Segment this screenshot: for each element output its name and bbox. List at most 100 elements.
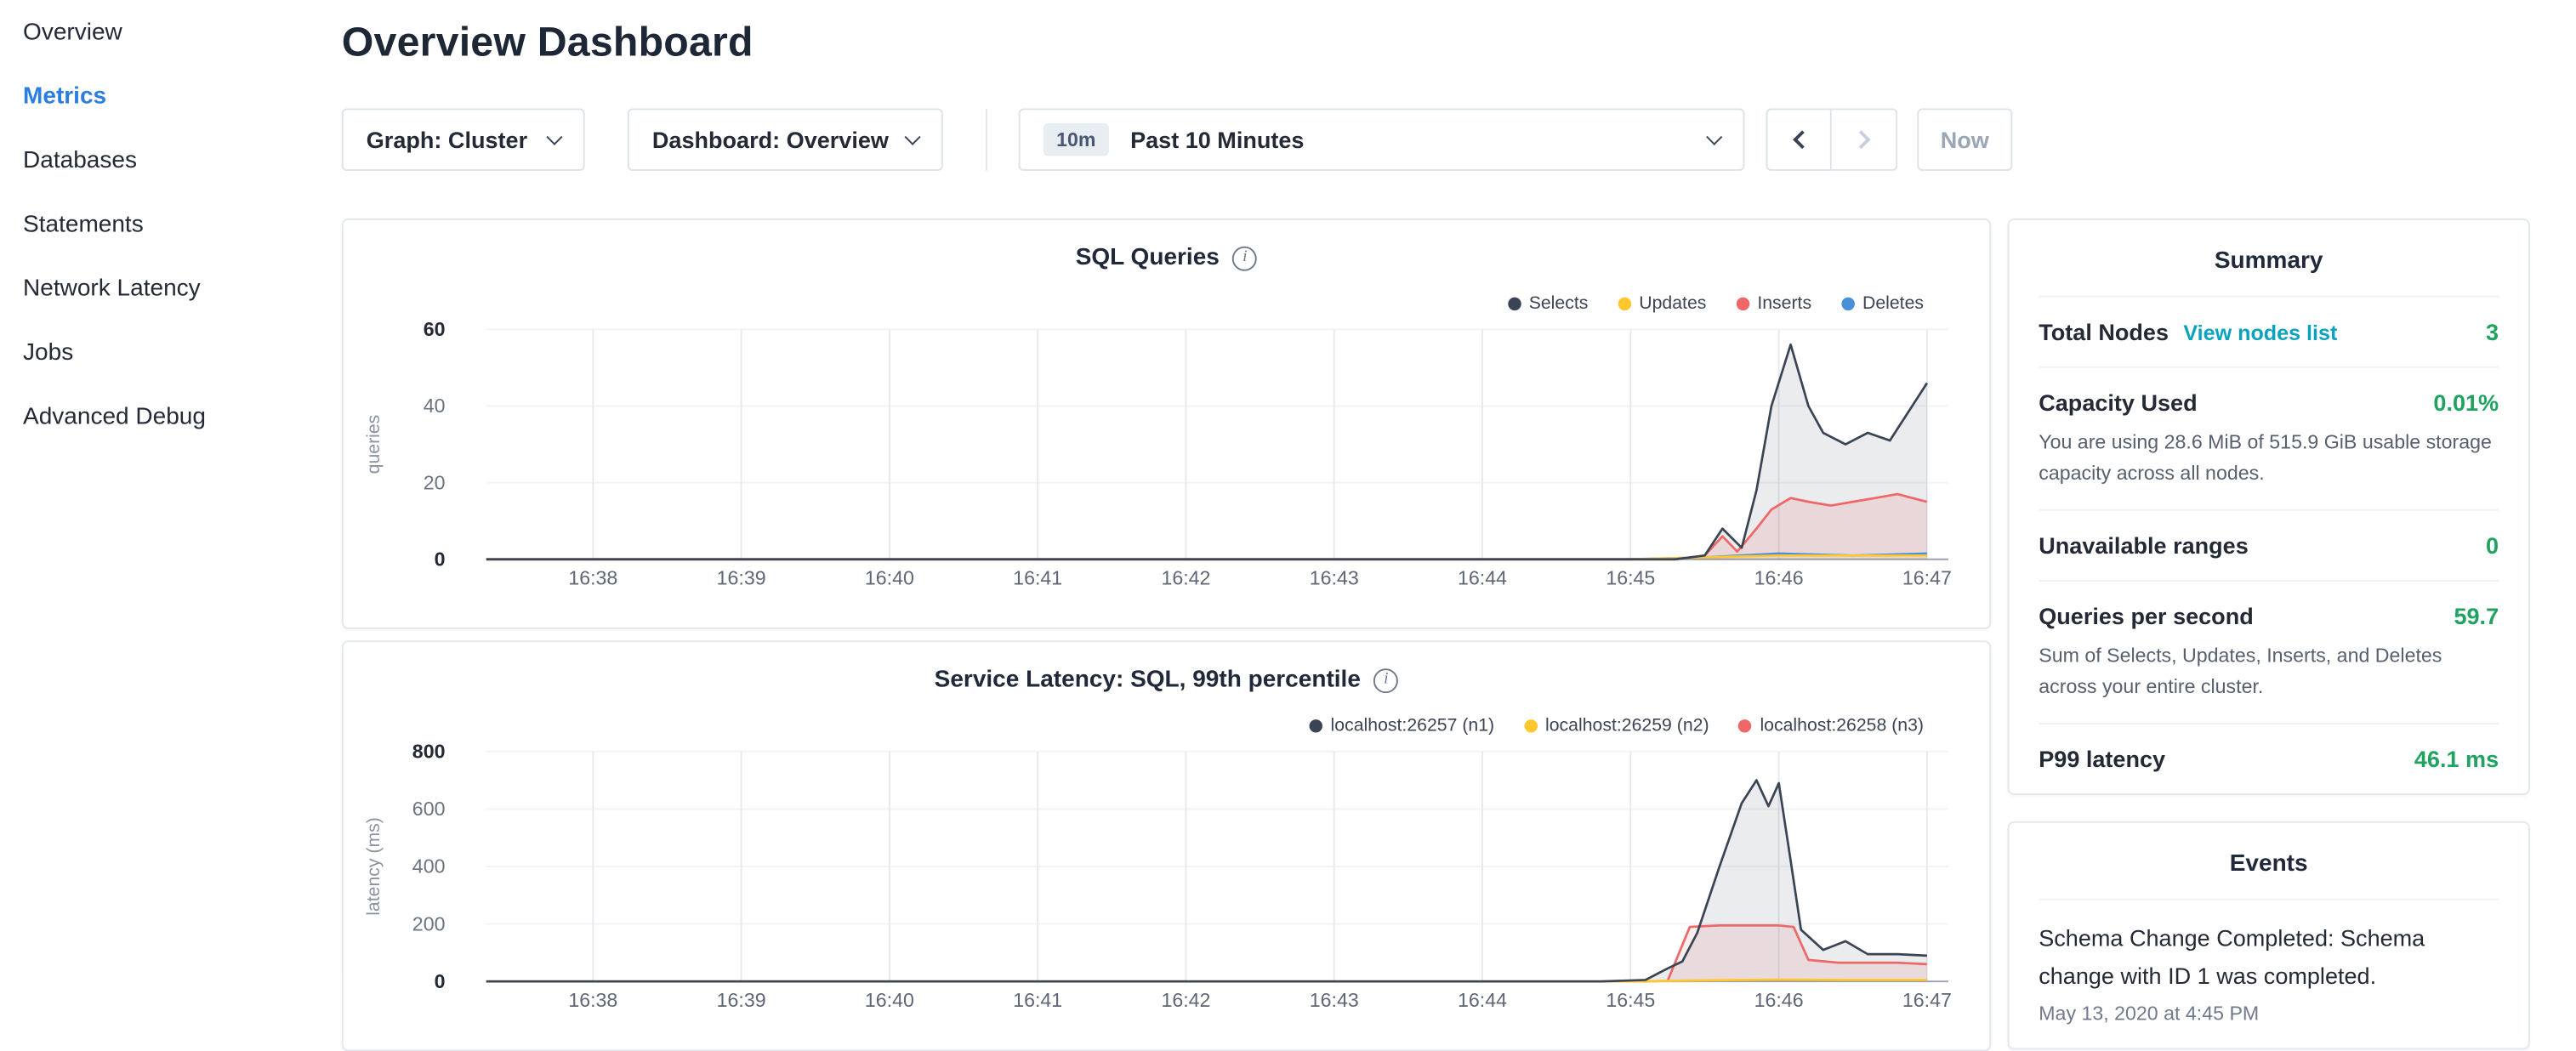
legend-dot-icon bbox=[1309, 719, 1322, 732]
svg-text:16:47: 16:47 bbox=[1902, 567, 1952, 589]
chart-panel-sql-queries: SQL Queries i Selects Updates Inserts Delet… bbox=[342, 219, 1991, 629]
events-title: Events bbox=[2039, 824, 2499, 900]
svg-text:16:40: 16:40 bbox=[865, 989, 914, 1011]
summary-label: P99 latency bbox=[2039, 747, 2165, 773]
legend-label: localhost:26258 (n3) bbox=[1760, 716, 1924, 736]
svg-text:16:46: 16:46 bbox=[1754, 989, 1804, 1011]
page-title: Overview Dashboard bbox=[342, 20, 753, 67]
svg-text:200: 200 bbox=[412, 912, 446, 935]
svg-text:16:42: 16:42 bbox=[1161, 989, 1210, 1011]
charts-column: SQL Queries i Selects Updates Inserts Delet… bbox=[342, 219, 1991, 1051]
chart-legend: localhost:26257 (n1) localhost:26259 (n2)… bbox=[1280, 716, 1924, 736]
svg-text:16:45: 16:45 bbox=[1606, 989, 1655, 1011]
summary-value: 46.1 ms bbox=[2414, 747, 2499, 773]
app-viewport: OverviewMetricsDatabasesStatementsNetwor… bbox=[0, 0, 2576, 1051]
svg-text:16:41: 16:41 bbox=[1013, 989, 1062, 1011]
svg-text:16:43: 16:43 bbox=[1310, 989, 1359, 1011]
legend-item[interactable]: localhost:26258 (n3) bbox=[1738, 716, 1924, 736]
legend-item[interactable]: Deletes bbox=[1841, 294, 1924, 314]
summary-card: Summary Total Nodes View nodes list 3 Capac… bbox=[2008, 219, 2530, 796]
summary-value: 0 bbox=[2486, 532, 2499, 559]
chevron-down-icon bbox=[546, 129, 562, 145]
summary-rows: Total Nodes View nodes list 3 Capacity Used… bbox=[2039, 296, 2499, 794]
chart-title-row: SQL Queries i bbox=[344, 245, 1990, 271]
summary-description: Sum of Selects, Updates, Inserts, and De… bbox=[2039, 641, 2499, 702]
summary-label: Capacity Used bbox=[2039, 389, 2197, 416]
legend-label: localhost:26257 (n1) bbox=[1331, 716, 1495, 736]
svg-text:16:44: 16:44 bbox=[1458, 567, 1507, 589]
sidebar-item-network-latency[interactable]: Network Latency bbox=[23, 256, 312, 320]
svg-text:16:42: 16:42 bbox=[1161, 567, 1210, 589]
now-button[interactable]: Now bbox=[1917, 108, 2012, 170]
chart-plot-sql-queries[interactable]: 16:3816:3916:4016:4116:4216:4316:4416:45… bbox=[344, 220, 1993, 631]
summary-label: Total Nodes bbox=[2039, 319, 2169, 345]
svg-text:queries: queries bbox=[363, 415, 384, 474]
event-message: Schema Change Completed: Schema change w… bbox=[2039, 920, 2499, 994]
svg-text:16:41: 16:41 bbox=[1013, 567, 1062, 589]
time-window-pager bbox=[1766, 108, 1898, 170]
dashboard-label: Dashboard: Overview bbox=[652, 127, 889, 153]
summary-label: Unavailable ranges bbox=[2039, 532, 2249, 559]
summary-row: Capacity Used 0.01% You are using 28.6 MiB… bbox=[2039, 366, 2499, 509]
graph-scope-label: Graph: Cluster bbox=[367, 127, 527, 153]
legend-item[interactable]: Inserts bbox=[1736, 294, 1811, 314]
time-range-dropdown[interactable]: 10m Past 10 Minutes bbox=[1019, 108, 1745, 170]
summary-row: Unavailable ranges 0 bbox=[2039, 509, 2499, 580]
controls-divider bbox=[986, 108, 987, 170]
info-icon[interactable]: i bbox=[1373, 668, 1398, 692]
summary-row: Total Nodes View nodes list 3 bbox=[2039, 296, 2499, 366]
chart-legend: Selects Updates Inserts Deletes bbox=[1478, 294, 1924, 314]
svg-text:16:47: 16:47 bbox=[1902, 989, 1952, 1011]
summary-description: You are using 28.6 MiB of 515.9 GiB usab… bbox=[2039, 427, 2499, 488]
events-card: Events Schema Change Completed: Schema c… bbox=[2008, 822, 2530, 1050]
svg-text:60: 60 bbox=[424, 318, 446, 340]
legend-dot-icon bbox=[1736, 298, 1749, 310]
summary-title: Summary bbox=[2039, 220, 2499, 296]
time-forward-button-disabled[interactable] bbox=[1832, 108, 1897, 170]
svg-text:16:39: 16:39 bbox=[717, 567, 766, 589]
time-back-button[interactable] bbox=[1766, 108, 1832, 170]
graph-scope-dropdown[interactable]: Graph: Cluster bbox=[342, 108, 585, 170]
svg-text:16:45: 16:45 bbox=[1606, 567, 1655, 589]
legend-item[interactable]: Updates bbox=[1618, 294, 1706, 314]
svg-text:16:38: 16:38 bbox=[568, 989, 617, 1011]
sidebar-item-statements[interactable]: Statements bbox=[23, 192, 312, 256]
dashboard-dropdown[interactable]: Dashboard: Overview bbox=[628, 108, 943, 170]
chart-title: SQL Queries bbox=[1076, 245, 1220, 271]
legend-item[interactable]: Selects bbox=[1508, 294, 1589, 314]
legend-dot-icon bbox=[1841, 298, 1854, 310]
time-range-badge: 10m bbox=[1043, 123, 1109, 156]
sidebar-item-databases[interactable]: Databases bbox=[23, 128, 312, 192]
chevron-down-icon bbox=[1706, 129, 1722, 145]
legend-item[interactable]: localhost:26257 (n1) bbox=[1309, 716, 1494, 736]
legend-label: Selects bbox=[1529, 294, 1589, 314]
chevron-right-icon bbox=[1852, 130, 1871, 149]
summary-value: 59.7 bbox=[2454, 603, 2499, 629]
svg-text:0: 0 bbox=[435, 548, 446, 570]
chart-plot-service-latency[interactable]: 16:3816:3916:4016:4116:4216:4316:4416:45… bbox=[344, 642, 1993, 1051]
sidebar-item-advanced-debug[interactable]: Advanced Debug bbox=[23, 384, 312, 448]
info-icon[interactable]: i bbox=[1232, 246, 1257, 270]
svg-text:0: 0 bbox=[435, 970, 446, 992]
summary-value: 3 bbox=[2486, 319, 2499, 345]
view-nodes-list-link[interactable]: View nodes list bbox=[2183, 321, 2337, 345]
summary-label: Queries per second bbox=[2039, 603, 2254, 629]
svg-text:40: 40 bbox=[424, 395, 446, 417]
sidebar-item-overview[interactable]: Overview bbox=[23, 0, 312, 64]
chevron-left-icon bbox=[1792, 130, 1811, 149]
legend-label: Inserts bbox=[1757, 294, 1811, 314]
summary-row: P99 latency 46.1 ms bbox=[2039, 724, 2499, 794]
svg-text:16:44: 16:44 bbox=[1458, 989, 1507, 1011]
chart-panel-service-latency: Service Latency: SQL, 99th percentile i … bbox=[342, 640, 1991, 1051]
svg-text:600: 600 bbox=[412, 798, 446, 820]
time-range-label: Past 10 Minutes bbox=[1130, 127, 1304, 153]
legend-dot-icon bbox=[1738, 719, 1751, 732]
events-list: Schema Change Completed: Schema change w… bbox=[2039, 899, 2499, 1025]
sidebar-item-metrics[interactable]: Metrics bbox=[23, 64, 312, 128]
legend-dot-icon bbox=[1524, 719, 1537, 732]
svg-text:20: 20 bbox=[424, 471, 446, 493]
summary-value: 0.01% bbox=[2433, 389, 2499, 416]
legend-item[interactable]: localhost:26259 (n2) bbox=[1524, 716, 1709, 736]
sidebar-item-jobs[interactable]: Jobs bbox=[23, 321, 312, 384]
legend-label: Deletes bbox=[1862, 294, 1924, 314]
